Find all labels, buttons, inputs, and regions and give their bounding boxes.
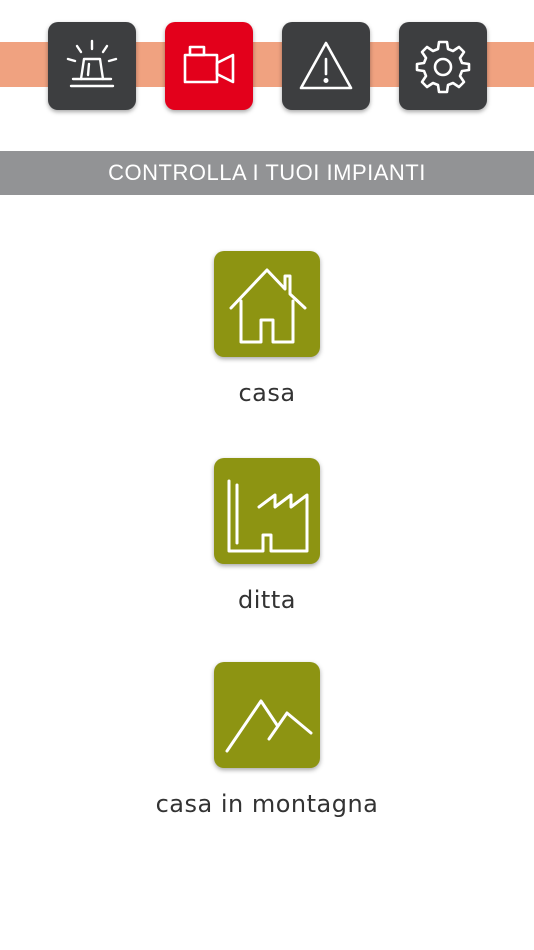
plant-item-casa[interactable]: casa	[0, 251, 534, 407]
plant-item-ditta[interactable]: ditta	[0, 458, 534, 614]
plant-tile[interactable]	[214, 251, 320, 357]
settings-button[interactable]	[399, 22, 487, 110]
plant-label: ditta	[238, 586, 296, 614]
video-camera-icon	[183, 45, 235, 84]
page-title-bar: CONTROLLA I TUOI IMPIANTI	[0, 151, 534, 195]
warning-icon	[299, 41, 353, 90]
mountain-icon	[225, 699, 313, 753]
gear-icon	[415, 40, 471, 94]
house-icon	[229, 268, 307, 344]
plant-item-casa-in-montagna[interactable]: casa in montagna	[0, 662, 534, 818]
plant-label: casa in montagna	[155, 790, 379, 818]
plant-tile[interactable]	[214, 458, 320, 564]
plant-label: casa	[238, 379, 296, 407]
warning-button[interactable]	[282, 22, 370, 110]
factory-icon	[227, 479, 309, 553]
page-title: CONTROLLA I TUOI IMPIANTI	[108, 160, 426, 185]
siren-icon	[66, 39, 118, 88]
alarm-button[interactable]	[48, 22, 136, 110]
video-button[interactable]	[165, 22, 253, 110]
plant-tile[interactable]	[214, 662, 320, 768]
